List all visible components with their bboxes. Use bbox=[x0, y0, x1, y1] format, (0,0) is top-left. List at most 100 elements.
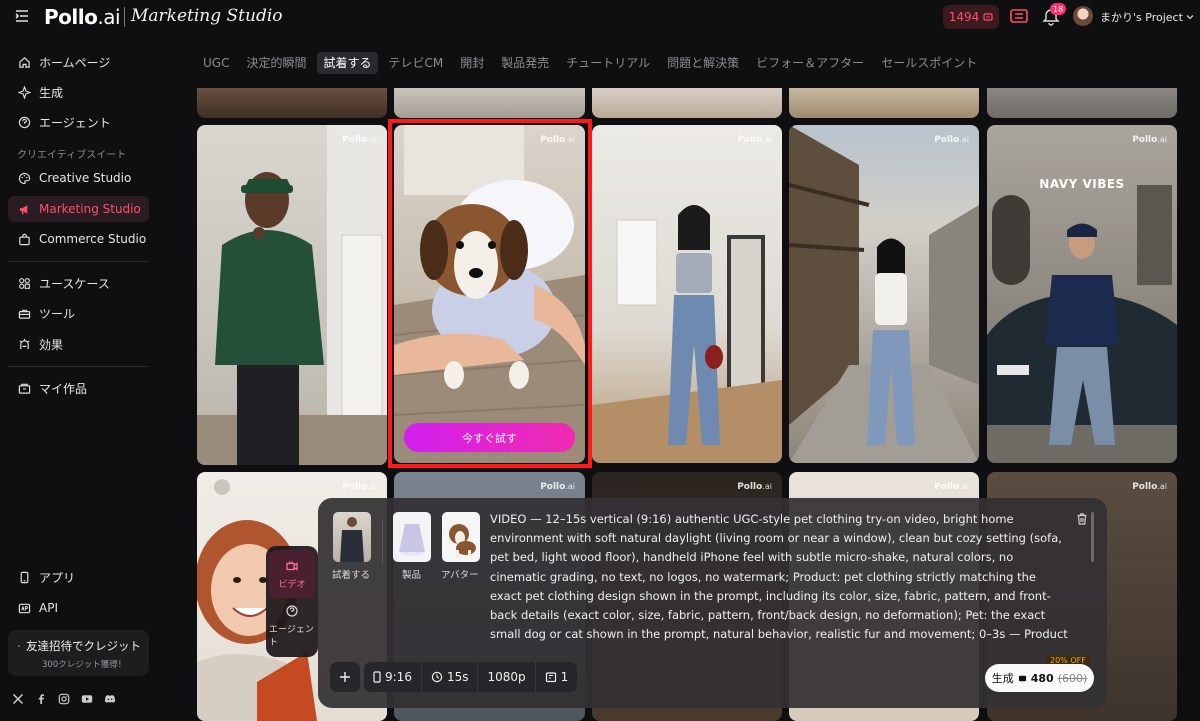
sidebar-item-creative-studio[interactable]: Creative Studio bbox=[8, 165, 149, 191]
mode-agent-label: エージェント bbox=[269, 625, 314, 648]
youtube-icon[interactable] bbox=[81, 693, 93, 705]
sidebar-item-label: 生成 bbox=[39, 85, 64, 100]
prompt-textarea[interactable]: VIDEO — 12–15s vertical (9:16) authentic… bbox=[490, 510, 1070, 644]
sidebar-item-home[interactable]: ホームページ bbox=[8, 49, 149, 75]
thumb-product[interactable] bbox=[393, 512, 431, 562]
sidebar-item-use-cases[interactable]: ユースケース bbox=[8, 270, 149, 296]
watermark: Pollo.ai bbox=[540, 482, 575, 492]
tab-selling-points[interactable]: セールスポイント bbox=[875, 52, 983, 74]
duration-select[interactable]: 15s bbox=[420, 662, 478, 692]
tab-tutorial[interactable]: チュートリアル bbox=[560, 52, 656, 74]
tab-problem-solution[interactable]: 問題と解決策 bbox=[661, 52, 745, 74]
sidebar-item-label: アプリ bbox=[39, 570, 76, 585]
watermark: Pollo.ai bbox=[934, 482, 969, 492]
tab-try-on[interactable]: 試着する bbox=[317, 52, 378, 74]
social-links bbox=[12, 693, 116, 705]
portrait-icon bbox=[373, 671, 381, 683]
aspect-ratio-select[interactable]: 9:16 bbox=[364, 662, 421, 692]
mode-agent-button[interactable]: エージェント bbox=[269, 602, 315, 650]
template-card[interactable]: Pollo.ai bbox=[592, 125, 782, 463]
sidebar-item-label: Creative Studio bbox=[39, 171, 132, 185]
count-select[interactable]: 1 bbox=[534, 662, 578, 692]
sidebar-item-agent[interactable]: エージェント bbox=[8, 109, 149, 135]
collapse-menu-icon[interactable] bbox=[14, 8, 30, 24]
template-card[interactable] bbox=[789, 88, 979, 118]
ticket-icon[interactable] bbox=[1010, 8, 1028, 24]
template-card[interactable] bbox=[592, 88, 782, 118]
resolution-select[interactable]: 1080p bbox=[477, 662, 534, 692]
tab-unboxing[interactable]: 開封 bbox=[454, 52, 490, 74]
megaphone-icon bbox=[19, 204, 28, 214]
project-switcher[interactable]: まかり's Project bbox=[1100, 9, 1194, 25]
tab-product-launch[interactable]: 製品発売 bbox=[495, 52, 555, 74]
x-icon[interactable] bbox=[12, 693, 24, 705]
invite-friends-card[interactable]: 友達招待でクレジット 300クレジット獲得！ bbox=[8, 630, 149, 676]
mode-video-button[interactable]: ビデオ bbox=[269, 550, 315, 598]
prompt-scrollbar[interactable] bbox=[1091, 512, 1094, 562]
sidebar-item-app[interactable]: アプリ bbox=[8, 564, 149, 590]
aspect-ratio-value: 9:16 bbox=[385, 670, 412, 684]
sidebar-item-label: Commerce Studio bbox=[39, 232, 147, 246]
facebook-icon[interactable] bbox=[35, 693, 47, 705]
sidebar-item-api[interactable]: API bbox=[8, 595, 149, 621]
template-card[interactable] bbox=[197, 88, 387, 118]
effect-icon bbox=[19, 338, 30, 349]
thumb-label: 製品 bbox=[402, 570, 422, 581]
gift-icon bbox=[18, 645, 20, 647]
logo-divider bbox=[124, 7, 125, 27]
sidebar-item-effects[interactable]: 効果 bbox=[8, 331, 149, 357]
thumb-divider bbox=[382, 520, 383, 564]
tab-ugc[interactable]: UGC bbox=[197, 52, 235, 74]
coin-icon bbox=[1018, 675, 1026, 681]
logo[interactable]: Pollo.ai bbox=[44, 5, 121, 29]
sidebar-item-label: 効果 bbox=[39, 337, 64, 352]
generate-button[interactable]: 生成 480 (600) bbox=[985, 664, 1094, 692]
sparkle-icon bbox=[18, 85, 31, 99]
instagram-icon[interactable] bbox=[58, 693, 70, 705]
invite-subtitle: 300クレジット獲得！ bbox=[42, 660, 127, 670]
template-card[interactable] bbox=[394, 88, 585, 118]
home-icon bbox=[19, 56, 30, 68]
tab-before-after[interactable]: ビフォー＆アフター bbox=[750, 52, 870, 74]
template-card[interactable]: Pollo.ai bbox=[789, 125, 979, 463]
agent-icon bbox=[286, 605, 298, 617]
sidebar-item-commerce-studio[interactable]: Commerce Studio bbox=[8, 226, 149, 252]
project-name: まかり's Project bbox=[1100, 11, 1183, 24]
card-image bbox=[592, 205, 782, 463]
sidebar-item-generate[interactable]: 生成 bbox=[8, 79, 149, 105]
sidebar: ホームページ 生成 エージェント クリエイティブスイート Creative St… bbox=[0, 42, 160, 721]
thumb-label: アバター bbox=[441, 570, 479, 581]
template-card[interactable]: NAVY VIBES Pollo.ai bbox=[987, 125, 1177, 463]
sidebar-item-my-works[interactable]: マイ作品 bbox=[8, 375, 149, 401]
template-card-pet-try-on[interactable]: Pollo.ai bbox=[394, 125, 585, 463]
card-image bbox=[987, 185, 1177, 463]
folder-icon bbox=[18, 383, 31, 394]
tab-tv-cm[interactable]: テレビCM bbox=[383, 52, 450, 74]
avatar[interactable] bbox=[1073, 6, 1093, 26]
discord-icon[interactable] bbox=[104, 693, 116, 705]
sidebar-item-label: マイ作品 bbox=[39, 381, 88, 396]
category-tabs: UGC 決定的瞬間 試着する テレビCM 開封 製品発売 チュートリアル 問題と… bbox=[197, 52, 983, 74]
watermark: Pollo.ai bbox=[342, 135, 377, 145]
sidebar-item-marketing-studio[interactable]: Marketing Studio bbox=[8, 196, 149, 222]
trash-icon[interactable] bbox=[1075, 512, 1089, 526]
try-now-button[interactable]: 今すぐ試す bbox=[404, 423, 575, 452]
credits-value: 1494 bbox=[948, 10, 980, 24]
sidebar-item-label: エージェント bbox=[39, 115, 111, 130]
watermark: Pollo.ai bbox=[540, 135, 575, 145]
grid-icon bbox=[19, 277, 30, 289]
tab-decisive-moment[interactable]: 決定的瞬間 bbox=[240, 52, 312, 74]
plus-icon bbox=[340, 672, 350, 682]
phone-icon bbox=[20, 571, 29, 583]
section-label: クリエイティブスイート bbox=[17, 150, 127, 161]
duration-value: 15s bbox=[446, 670, 469, 684]
thumb-try-on[interactable] bbox=[333, 512, 371, 562]
toolbox-icon bbox=[18, 309, 31, 319]
thumb-avatar[interactable] bbox=[442, 512, 480, 562]
template-card[interactable] bbox=[987, 88, 1177, 118]
template-card[interactable]: Pollo.ai bbox=[197, 125, 387, 465]
credits-balance[interactable]: 1494 bbox=[943, 5, 999, 29]
sidebar-item-tools[interactable]: ツール bbox=[8, 300, 149, 326]
add-button[interactable] bbox=[330, 662, 360, 692]
generate-price: 480 bbox=[1030, 671, 1054, 685]
